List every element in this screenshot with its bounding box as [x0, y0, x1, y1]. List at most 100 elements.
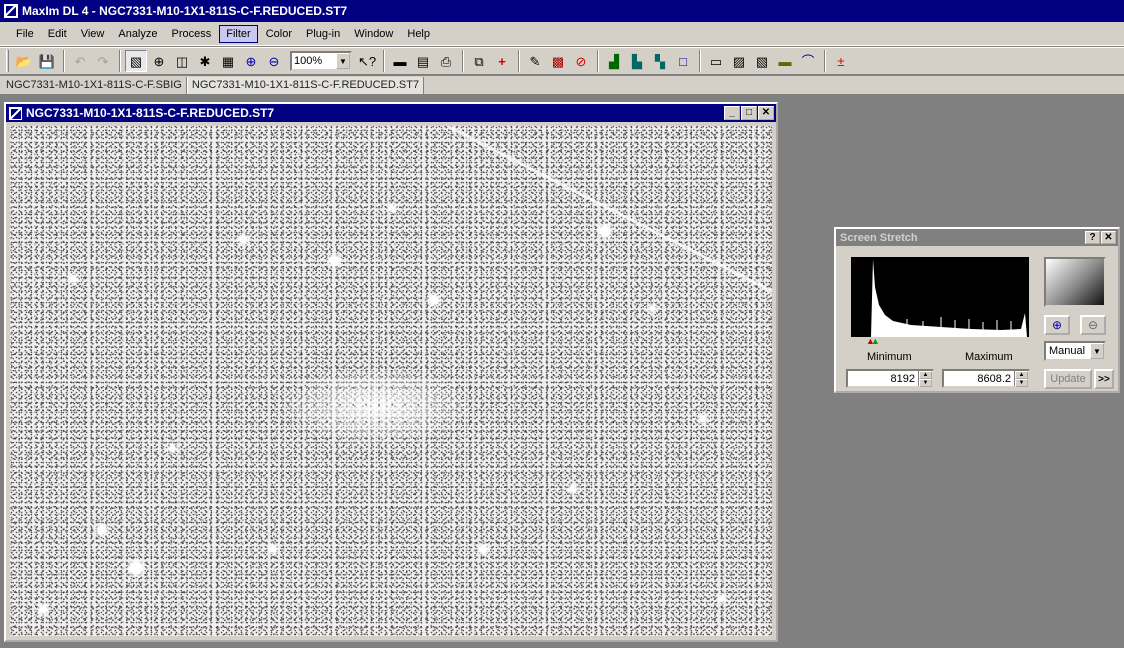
copy-icon[interactable]: ⧉	[468, 50, 490, 72]
minimize-icon[interactable]: _	[724, 106, 740, 120]
calc-icon[interactable]: ±	[830, 50, 852, 72]
picture-icon[interactable]: ▨	[728, 50, 750, 72]
toolbar-separator	[699, 50, 701, 72]
crosshair-icon[interactable]: ⊕	[148, 50, 170, 72]
open-icon[interactable]: 📂	[13, 50, 35, 72]
minimum-label: Minimum	[867, 351, 912, 363]
menu-analyze[interactable]: Analyze	[112, 26, 163, 42]
menu-help[interactable]: Help	[401, 26, 436, 42]
add-icon[interactable]: +	[491, 50, 513, 72]
image-window-titlebar[interactable]: NGC7331-M10-1X1-811S-C-F.REDUCED.ST7 _ □…	[6, 104, 776, 122]
toolbar-separator	[462, 50, 464, 72]
stretch-preview	[1044, 257, 1106, 307]
screen-stretch-window: Screen Stretch ? ✕ ▲▲ Minimum Maximum 81…	[834, 227, 1120, 393]
maximum-value: 8608.2	[977, 372, 1011, 385]
app-title: MaxIm DL 4 - NGC7331-M10-1X1-811S-C-F.RE…	[22, 4, 348, 18]
undo-icon[interactable]: ↶	[69, 50, 91, 72]
screen-stretch-title: Screen Stretch	[840, 231, 918, 244]
star	[700, 416, 706, 422]
star	[570, 486, 576, 492]
menu-filter[interactable]: Filter	[219, 24, 258, 43]
square-icon[interactable]: □	[672, 50, 694, 72]
histogram-icon[interactable]: ▟	[603, 50, 625, 72]
star	[70, 276, 76, 282]
toolbar-separator	[597, 50, 599, 72]
spin-up-icon[interactable]: ▲	[919, 371, 932, 379]
stretch-zoom-out-icon[interactable]: ⊖	[1080, 315, 1106, 335]
histogram-plot[interactable]	[851, 257, 1029, 337]
redo-icon[interactable]: ↷	[92, 50, 114, 72]
maxim-logo-icon	[4, 4, 18, 18]
calculator-icon[interactable]: ▤	[412, 50, 434, 72]
toolbar-separator	[824, 50, 826, 72]
circle-icon[interactable]: ⊘	[570, 50, 592, 72]
maximum-spinner[interactable]: 8608.2 ▲ ▼	[942, 369, 1030, 388]
info-icon[interactable]: ▦	[217, 50, 239, 72]
tab-reduced[interactable]: NGC7331-M10-1X1-811S-C-F.REDUCED.ST7	[186, 77, 425, 94]
compare-icon[interactable]: ▧	[751, 50, 773, 72]
menu-window[interactable]: Window	[348, 26, 399, 42]
close-icon[interactable]: ✕	[758, 106, 774, 120]
menu-plug-in[interactable]: Plug-in	[300, 26, 346, 42]
maximize-icon[interactable]: □	[741, 106, 757, 120]
ruler-icon[interactable]: ▬	[389, 50, 411, 72]
stretch-mode-select[interactable]: Manual ▼	[1044, 341, 1106, 361]
pen-icon[interactable]: ✎	[524, 50, 546, 72]
help-pointer-icon[interactable]: ↖?	[356, 50, 378, 72]
star	[430, 296, 438, 304]
pointer-icon[interactable]: ✱	[194, 50, 216, 72]
layers-icon[interactable]: ▙	[626, 50, 648, 72]
zoom-in-icon[interactable]: ⊕	[240, 50, 262, 72]
bar-icon[interactable]: ▬	[774, 50, 796, 72]
minimum-value: 8192	[890, 372, 915, 385]
zoom-select[interactable]: 100% ▼	[290, 51, 352, 71]
menu-view[interactable]: View	[75, 26, 111, 42]
toolbar-separator	[518, 50, 520, 72]
minimum-marker-icon[interactable]: ▲	[871, 336, 880, 346]
app-titlebar: MaxIm DL 4 - NGC7331-M10-1X1-811S-C-F.RE…	[0, 0, 1124, 22]
image-window: NGC7331-M10-1X1-811S-C-F.REDUCED.ST7 _ □…	[4, 102, 778, 642]
curve-icon[interactable]: ⌒	[797, 50, 819, 72]
spin-down-icon[interactable]: ▼	[919, 379, 932, 387]
save-icon[interactable]: 💾	[36, 50, 58, 72]
screen-stretch-titlebar[interactable]: Screen Stretch ? ✕	[836, 229, 1118, 246]
toolbar: 📂 💾 ↶ ↷ ▧ ⊕ ◫ ✱ ▦ ⊕ ⊖ 100% ▼ ↖? ▬ ▤ ⎙ ⧉ …	[0, 47, 1124, 75]
star	[98, 526, 106, 534]
expand-button[interactable]: >>	[1094, 369, 1114, 389]
close-icon[interactable]: ✕	[1101, 231, 1116, 244]
maximum-spin-buttons[interactable]: ▲ ▼	[1014, 371, 1028, 387]
menu-color[interactable]: Color	[260, 26, 298, 42]
spin-up-icon[interactable]: ▲	[1015, 371, 1028, 379]
stretch-zoom-in-icon[interactable]: ⊕	[1044, 315, 1070, 335]
star	[390, 206, 395, 211]
minimum-spinner[interactable]: 8192 ▲ ▼	[846, 369, 934, 388]
window-controls: _ □ ✕	[723, 106, 776, 120]
frame-icon[interactable]: ▭	[705, 50, 727, 72]
print-icon[interactable]: ⎙	[435, 50, 457, 72]
chevron-down-icon[interactable]: ▼	[1090, 343, 1104, 359]
menu-process[interactable]: Process	[166, 26, 218, 42]
help-icon[interactable]: ?	[1085, 231, 1100, 244]
spin-down-icon[interactable]: ▼	[1015, 379, 1028, 387]
grid-icon[interactable]: ▩	[547, 50, 569, 72]
stack-icon[interactable]: ▚	[649, 50, 671, 72]
star	[270, 546, 276, 552]
menu-file[interactable]: File	[10, 26, 40, 42]
image-mode-icon[interactable]: ▧	[125, 50, 147, 72]
toolbar-grip[interactable]	[6, 50, 9, 72]
update-button[interactable]: Update	[1044, 369, 1092, 389]
tab-sbig[interactable]: NGC7331-M10-1X1-811S-C-F.SBIG	[2, 77, 187, 94]
star	[600, 226, 610, 236]
flip-icon[interactable]: ◫	[171, 50, 193, 72]
zoom-out-icon[interactable]: ⊖	[263, 50, 285, 72]
minimum-spin-buttons[interactable]: ▲ ▼	[918, 371, 932, 387]
zoom-value: 100%	[294, 55, 323, 67]
toolbar-separator	[119, 50, 121, 72]
star	[170, 446, 175, 451]
image-window-title: NGC7331-M10-1X1-811S-C-F.REDUCED.ST7	[26, 106, 275, 120]
menu-edit[interactable]: Edit	[42, 26, 73, 42]
astro-image-canvas[interactable]	[10, 126, 772, 636]
chevron-down-icon[interactable]: ▼	[336, 53, 350, 69]
stretch-markers[interactable]: ▲▲	[866, 337, 880, 346]
maximum-label: Maximum	[965, 351, 1013, 363]
